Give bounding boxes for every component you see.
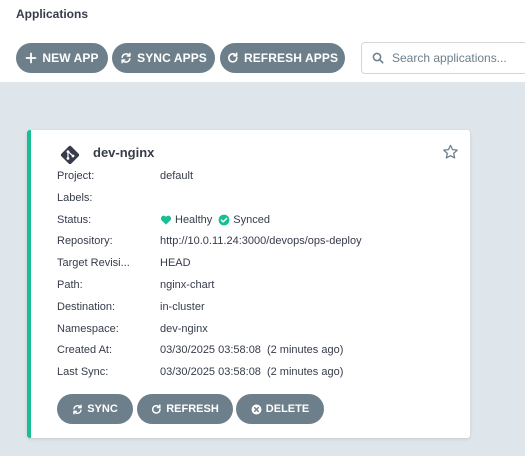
- heart-icon: [160, 216, 172, 226]
- last-sync-relative: (2 minutes ago): [266, 366, 344, 379]
- field-label: Namespace:: [57, 322, 119, 335]
- sync-apps-button[interactable]: SYNC APPS: [112, 43, 215, 73]
- field-label: Status:: [57, 213, 92, 226]
- field-label: Labels:: [57, 191, 93, 204]
- new-app-label: NEW APP: [42, 51, 99, 65]
- refresh-icon: [227, 52, 238, 63]
- field-label: Target Revisi...: [57, 257, 130, 270]
- new-app-button[interactable]: NEW APP: [16, 43, 108, 73]
- field-label: Path:: [57, 278, 83, 291]
- refresh-label: REFRESH: [166, 403, 219, 415]
- refresh-apps-button[interactable]: REFRESH APPS: [220, 43, 345, 73]
- field-value: 03/30/2025 03:58:08 (2 minutes ago): [160, 340, 343, 362]
- sync-status: Synced: [233, 213, 270, 226]
- field-value: http://10.0.11.24:3000/devops/ops-deploy: [160, 235, 362, 248]
- delete-label: DELETE: [265, 403, 310, 415]
- page-title: Applications: [16, 7, 89, 21]
- star-icon[interactable]: [442, 144, 459, 161]
- field-value: dev-nginx: [160, 322, 208, 335]
- field-label: Created At:: [57, 344, 113, 357]
- sync-apps-label: SYNC APPS: [137, 51, 207, 65]
- application-card[interactable]: dev-nginx Project: default Labels: Statu…: [27, 130, 470, 438]
- sync-icon: [73, 404, 82, 414]
- delete-button[interactable]: DELETE: [236, 394, 324, 424]
- git-icon: [60, 145, 80, 165]
- refresh-apps-label: REFRESH APPS: [243, 51, 339, 65]
- toolbar: NEW APP SYNC APPS REFRESH APPS: [0, 38, 525, 82]
- created-at-relative: (2 minutes ago): [266, 344, 344, 357]
- times-circle-icon: [251, 404, 262, 414]
- plus-icon: [25, 52, 37, 64]
- field-label: Destination:: [57, 300, 116, 313]
- field-label: Repository:: [57, 235, 113, 248]
- created-at-timestamp: 03/30/2025 03:58:08: [160, 344, 261, 357]
- field-value: 03/30/2025 03:58:08 (2 minutes ago): [160, 362, 343, 384]
- search-input[interactable]: [392, 51, 522, 65]
- field-value: default: [160, 170, 194, 182]
- field-label: Project:: [57, 170, 95, 182]
- search-icon: [372, 52, 384, 64]
- top-bar: Applications: [0, 0, 525, 39]
- health-status: Healthy: [175, 213, 213, 226]
- field-value: Healthy Synced: [160, 210, 270, 232]
- check-circle-icon: [218, 215, 230, 226]
- refresh-button[interactable]: REFRESH: [137, 394, 233, 424]
- sync-label: SYNC: [87, 403, 118, 415]
- field-label: Last Sync:: [57, 366, 109, 379]
- field-value: HEAD: [160, 257, 191, 270]
- sync-button[interactable]: SYNC: [57, 394, 133, 424]
- app-name[interactable]: dev-nginx: [93, 145, 154, 160]
- last-sync-timestamp: 03/30/2025 03:58:08: [160, 366, 261, 379]
- applications-list: dev-nginx Project: default Labels: Statu…: [0, 82, 525, 456]
- sync-icon: [121, 52, 131, 64]
- refresh-icon: [152, 403, 161, 414]
- field-value: nginx-chart: [160, 278, 215, 291]
- field-value: in-cluster: [160, 300, 205, 313]
- search-box[interactable]: [361, 42, 525, 74]
